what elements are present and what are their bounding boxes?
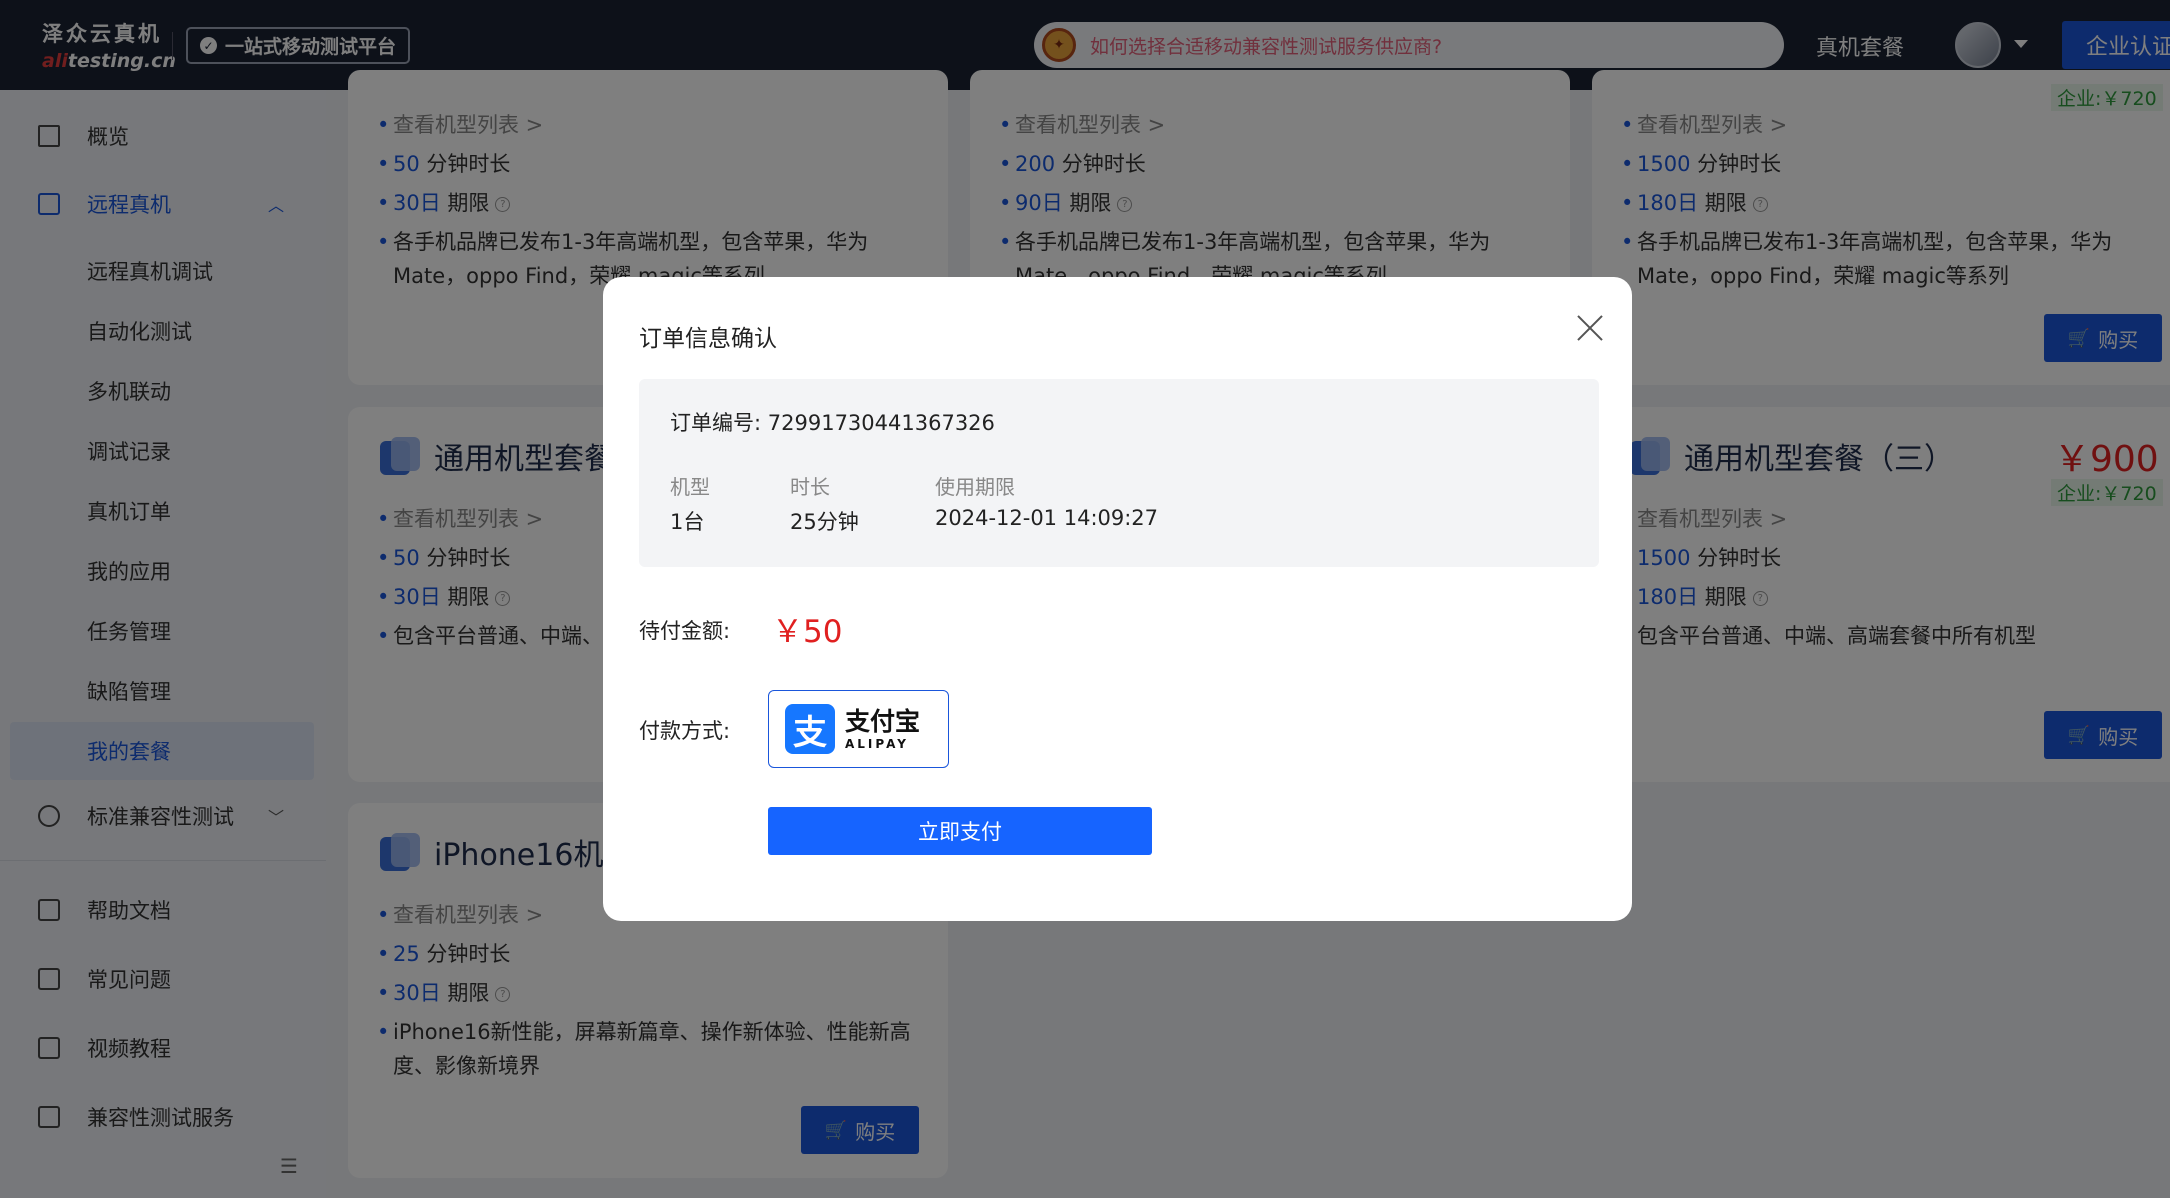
expiry-label: 使用期限 xyxy=(935,475,1015,499)
order-confirm-dialog: 订单信息确认 订单编号: 72991730441367326 机型 1台 时长 … xyxy=(603,277,1632,921)
pay-now-button[interactable]: 立即支付 xyxy=(768,807,1152,855)
expiry-value: 2024-12-01 14:09:27 xyxy=(935,506,1159,530)
alipay-option[interactable]: 支 支付宝 ALIPAY xyxy=(768,690,949,768)
close-icon[interactable] xyxy=(1573,311,1607,345)
order-info-box: 订单编号: 72991730441367326 机型 1台 时长 25分钟 使用… xyxy=(639,379,1599,567)
duration-label: 时长 xyxy=(790,475,830,499)
order-number: 订单编号: 72991730441367326 xyxy=(670,411,995,435)
alipay-icon: 支 xyxy=(785,704,835,754)
amount-label: 待付金额: xyxy=(639,619,731,643)
alipay-wordmark: 支付宝 ALIPAY xyxy=(845,706,921,751)
device-value: 1台 xyxy=(670,510,705,534)
payment-method-label: 付款方式: xyxy=(639,719,731,743)
duration-value: 25分钟 xyxy=(790,510,859,534)
device-label: 机型 xyxy=(670,475,710,499)
amount-value: ￥50 xyxy=(772,614,843,650)
dialog-title: 订单信息确认 xyxy=(639,326,777,352)
